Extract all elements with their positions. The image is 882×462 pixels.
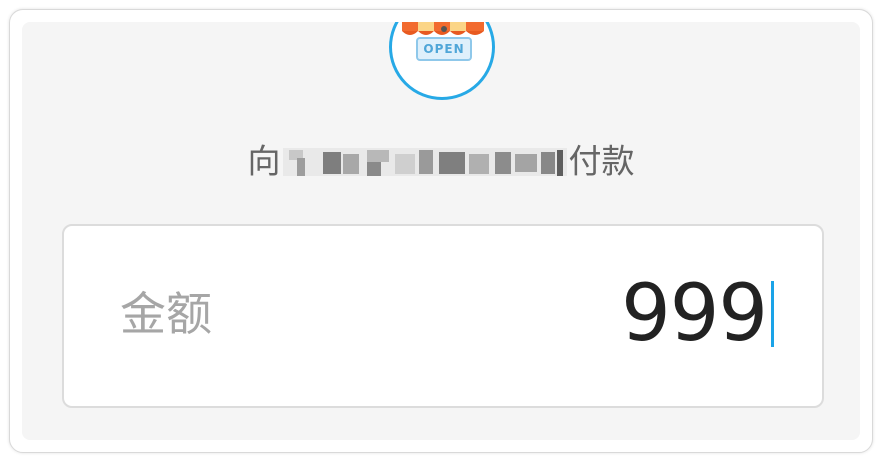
- payee-line: 向 付款: [22, 136, 860, 186]
- amount-label: 金额: [120, 287, 212, 341]
- amount-field[interactable]: 金额 999: [62, 224, 824, 408]
- open-sign: OPEN: [416, 37, 472, 61]
- payee-prefix: 向: [247, 141, 281, 181]
- payment-panel: OPEN 向 付款 金额 999: [22, 22, 860, 440]
- merchant-avatar: OPEN: [389, 22, 495, 100]
- sign-hook: [441, 26, 447, 32]
- amount-input[interactable]: 999: [621, 264, 774, 364]
- payee-suffix: 付款: [568, 141, 635, 181]
- amount-value: 999: [621, 269, 768, 359]
- text-cursor: [771, 281, 774, 347]
- masked-merchant-name: [282, 138, 567, 186]
